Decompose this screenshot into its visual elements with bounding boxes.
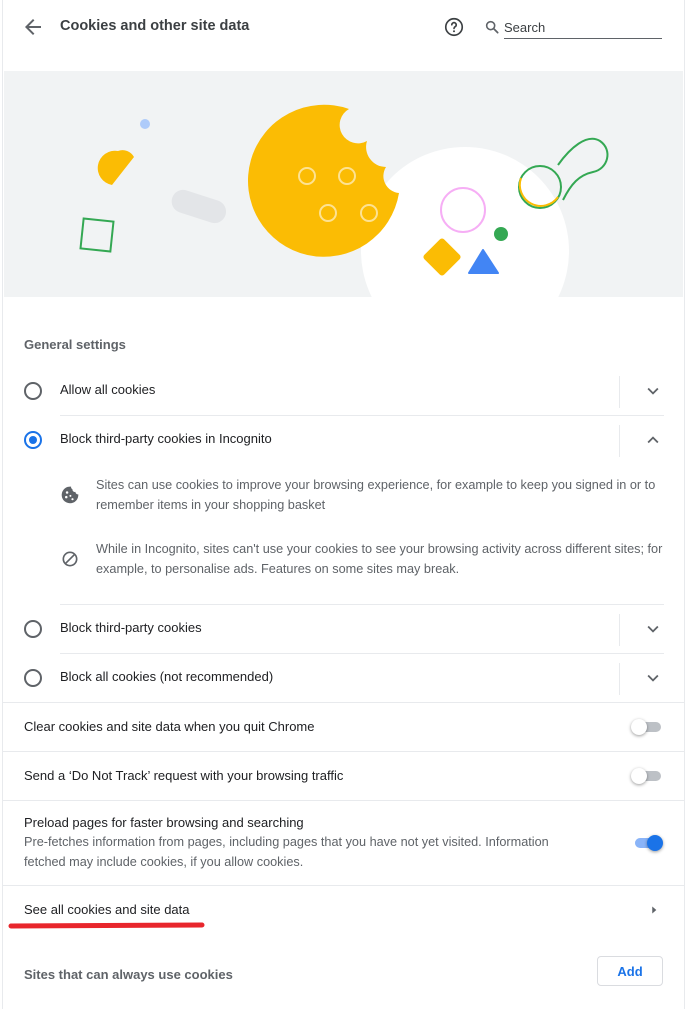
allow-list-heading: Sites that can always use cookies (24, 967, 233, 982)
do-not-track-row[interactable]: Send a ‘Do Not Track’ request with your … (3, 751, 684, 800)
block-icon (62, 551, 78, 567)
clear-on-exit-toggle[interactable] (631, 719, 663, 735)
illustration-graphic (79, 104, 609, 297)
settings-card: Cookies and other site data Search Gener… (2, 0, 685, 1009)
option-block-third-party[interactable]: Block third-party cookies (3, 604, 684, 653)
do-not-track-toggle[interactable] (631, 768, 663, 784)
radio-block-third-party[interactable] (24, 620, 42, 638)
cookie-illustration (4, 71, 683, 297)
option-label: Allow all cookies (60, 382, 156, 397)
radio-block-incognito[interactable] (24, 431, 42, 449)
clear-on-exit-row[interactable]: Clear cookies and site data when you qui… (3, 702, 684, 751)
toggle-label: Preload pages for faster browsing and se… (24, 815, 304, 830)
toggle-description: Pre-fetches information from pages, incl… (24, 835, 549, 869)
add-site-button[interactable]: Add (597, 956, 663, 986)
red-annotation-underline (8, 922, 205, 929)
arrow-right-icon (652, 906, 657, 914)
chevron-down-icon[interactable] (642, 380, 664, 402)
toggle-knob (631, 719, 647, 735)
toggle-label: Clear cookies and site data when you qui… (24, 719, 315, 734)
general-settings-heading: General settings (24, 337, 126, 352)
help-icon[interactable] (443, 16, 465, 38)
option-label: Block third-party cookies in Incognito (60, 431, 272, 446)
incognito-detail-cookies: Sites can use cookies to improve your br… (60, 475, 664, 519)
search-icon (485, 20, 499, 34)
preload-pages-row[interactable]: Preload pages for faster browsing and se… (3, 800, 684, 885)
chevron-up-icon[interactable] (642, 429, 664, 451)
detail-text: While in Incognito, sites can't use your… (96, 542, 663, 576)
incognito-detail-blocking: While in Incognito, sites can't use your… (60, 539, 664, 583)
option-block-incognito[interactable]: Block third-party cookies in Incognito (3, 415, 684, 464)
page-title: Cookies and other site data (60, 18, 250, 34)
search-input[interactable] (504, 16, 662, 39)
option-block-all[interactable]: Block all cookies (not recommended) (3, 653, 684, 702)
chevron-down-icon[interactable] (642, 667, 664, 689)
option-label: Block all cookies (not recommended) (60, 669, 274, 684)
back-arrow-icon[interactable] (21, 15, 45, 39)
cookie-icon (61, 486, 79, 504)
divider (619, 425, 620, 457)
preload-pages-toggle[interactable] (631, 835, 663, 851)
radio-allow-all[interactable] (24, 382, 42, 400)
option-label: Block third-party cookies (60, 620, 202, 635)
page-header: Cookies and other site data (3, 0, 684, 56)
toggle-knob (647, 835, 663, 851)
option-allow-all[interactable]: Allow all cookies (3, 366, 684, 415)
divider (619, 376, 620, 408)
radio-block-all[interactable] (24, 669, 42, 687)
divider (619, 663, 620, 695)
chevron-down-icon[interactable] (642, 618, 664, 640)
detail-text: Sites can use cookies to improve your br… (96, 478, 656, 512)
divider (619, 614, 620, 646)
toggle-label: Send a ‘Do Not Track’ request with your … (24, 768, 344, 783)
toggle-knob (631, 768, 647, 784)
link-label: See all cookies and site data (24, 902, 190, 917)
